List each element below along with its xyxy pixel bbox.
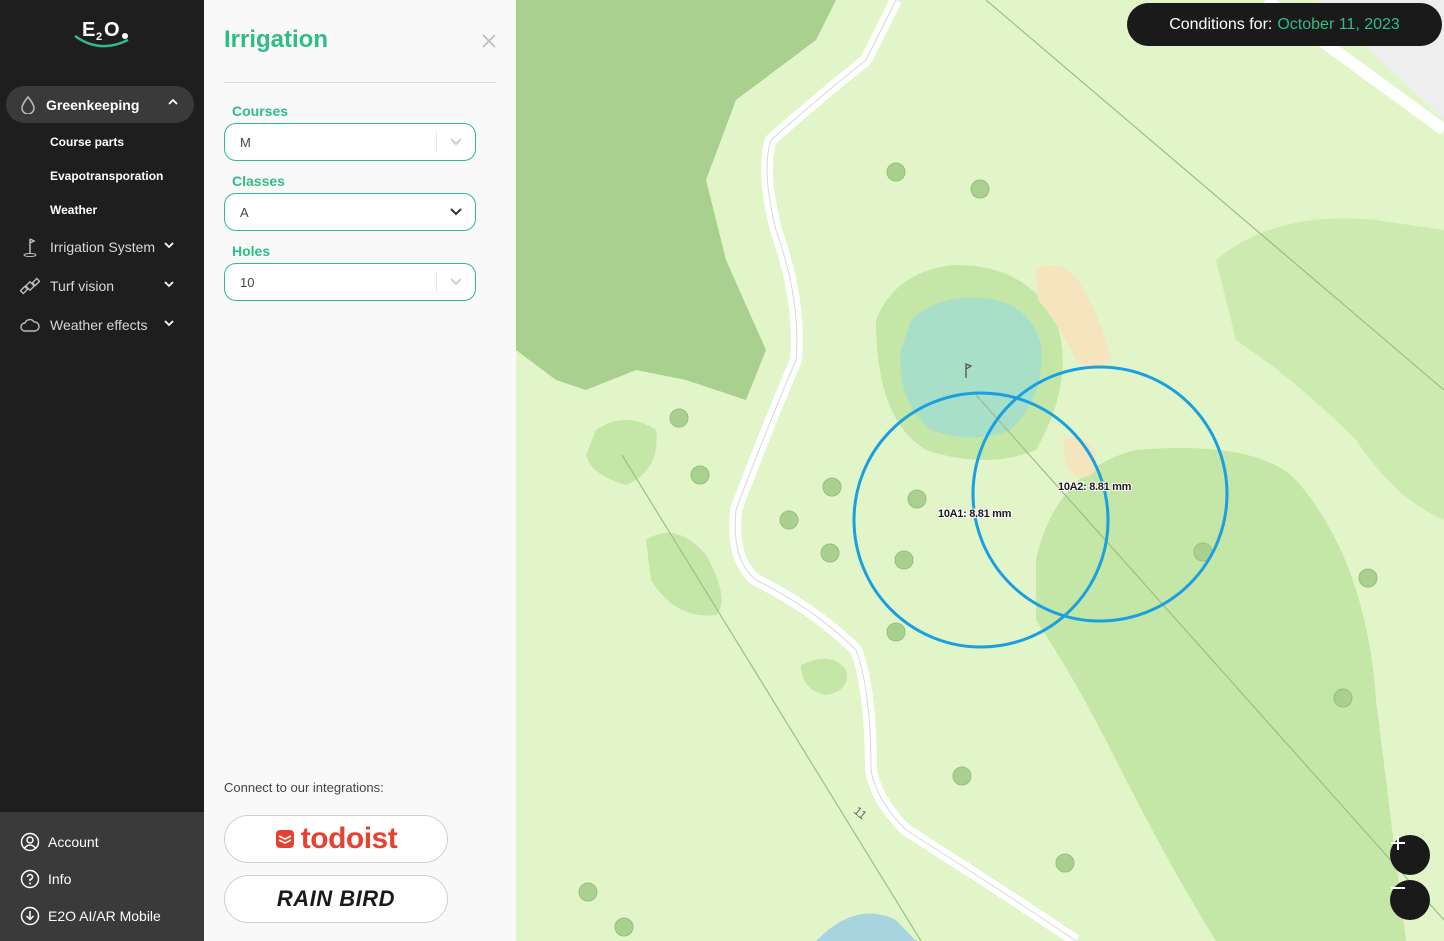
holes-select[interactable]: 10	[224, 263, 476, 301]
chevron-up-icon	[168, 98, 178, 105]
droplet-icon	[21, 95, 35, 114]
classes-value: A	[240, 204, 249, 220]
zoom-in-button[interactable]	[1390, 835, 1430, 875]
nav-turf-vision[interactable]: Turf vision	[20, 274, 180, 298]
sprinkler-label-10a2[interactable]: 10A2: 8.81 mm	[1058, 481, 1131, 493]
select-separator	[436, 132, 437, 152]
nav-turf-vision-label: Turf vision	[50, 278, 115, 294]
tree	[1055, 853, 1075, 873]
info-link[interactable]: Info	[20, 869, 71, 889]
courses-select[interactable]: M	[224, 123, 476, 161]
course-map[interactable]: 10A1: 8.81 mm 10A2: 8.81 mm 11 Condition…	[516, 0, 1444, 941]
question-circle-icon	[20, 869, 40, 889]
map-canvas[interactable]	[516, 0, 1444, 941]
holes-label: Holes	[232, 243, 271, 259]
golf-flag-icon	[23, 238, 37, 257]
tree	[894, 550, 914, 570]
tree	[970, 179, 990, 199]
putting-green	[900, 297, 1042, 438]
conditions-date[interactable]: October 11, 2023	[1277, 16, 1399, 34]
info-label: Info	[48, 871, 72, 887]
e2o-logo[interactable]: E 2 O	[72, 14, 132, 48]
satellite-icon	[20, 277, 40, 295]
tree	[1333, 688, 1353, 708]
user-circle-icon	[20, 832, 40, 852]
nav-weather-effects[interactable]: Weather effects	[20, 313, 180, 337]
mobile-app-label: E2O AI/AR Mobile	[48, 908, 161, 924]
tree	[820, 543, 840, 563]
nav-greenkeeping[interactable]: Greenkeeping	[6, 86, 194, 123]
holes-value: 10	[240, 274, 255, 290]
download-circle-icon	[20, 906, 40, 926]
nav-greenkeeping-label: Greenkeeping	[46, 96, 140, 113]
chevron-down-icon	[450, 208, 462, 216]
conditions-badge: Conditions for: October 11, 2023	[1127, 3, 1442, 46]
chevron-down-icon	[450, 278, 462, 286]
sub-item-course-parts[interactable]: Course parts	[50, 135, 124, 149]
close-icon[interactable]	[480, 32, 498, 50]
chevron-down-icon	[164, 281, 174, 288]
svg-text:2: 2	[96, 31, 102, 43]
account-label: Account	[48, 834, 99, 850]
integrations-label: Connect to our integrations:	[224, 780, 384, 795]
tree	[952, 766, 972, 786]
chevron-down-icon	[450, 138, 462, 146]
courses-value: M	[240, 134, 251, 150]
nav-weather-effects-label: Weather effects	[50, 317, 148, 333]
todoist-button[interactable]: todoist	[224, 815, 448, 863]
tree	[614, 917, 634, 937]
sprinkler-label-10a1[interactable]: 10A1: 8.81 mm	[938, 508, 1011, 520]
minus-icon	[1391, 887, 1405, 889]
tree	[1358, 568, 1378, 588]
sidebar-bottom: Account Info E2O AI/AR Mobile	[0, 812, 204, 941]
classes-select[interactable]: A	[224, 193, 476, 231]
tree	[578, 882, 598, 902]
irrigation-panel: Irrigation Courses M Classes A Holes 10 …	[204, 0, 516, 941]
rainbird-button[interactable]: RAIN BIRD	[224, 875, 448, 923]
sub-item-weather[interactable]: Weather	[50, 203, 97, 217]
panel-divider	[224, 82, 496, 83]
panel-title: Irrigation	[224, 26, 329, 53]
select-separator	[436, 272, 437, 292]
mobile-app-link[interactable]: E2O AI/AR Mobile	[20, 906, 161, 926]
svg-text:E: E	[82, 19, 95, 41]
tree	[669, 408, 689, 428]
chevron-down-icon	[164, 242, 174, 249]
tree	[886, 162, 906, 182]
todoist-logo-text: todoist	[300, 822, 398, 855]
conditions-prefix: Conditions for:	[1169, 15, 1273, 33]
classes-label: Classes	[232, 173, 285, 189]
tree	[907, 489, 927, 509]
tree	[886, 622, 906, 642]
tree	[690, 465, 710, 485]
nav-irrigation-system-label: Irrigation System	[50, 239, 156, 255]
account-link[interactable]: Account	[20, 832, 99, 852]
chevron-down-icon	[164, 320, 174, 327]
zoom-out-button[interactable]	[1390, 880, 1430, 920]
rainbird-logo-text: RAIN BIRD	[276, 886, 396, 911]
sub-item-evapotransporation[interactable]: Evapotransporation	[50, 169, 163, 183]
courses-label: Courses	[232, 103, 289, 119]
nav-irrigation-system[interactable]: Irrigation System	[20, 235, 180, 259]
todoist-icon	[275, 830, 294, 848]
tree	[822, 477, 842, 497]
plus-icon	[1391, 836, 1405, 850]
sidebar: E 2 O Greenkeeping Course parts Evapotra…	[0, 0, 204, 941]
cloud-icon	[20, 318, 40, 332]
svg-text:O: O	[104, 19, 120, 41]
tree	[779, 510, 799, 530]
